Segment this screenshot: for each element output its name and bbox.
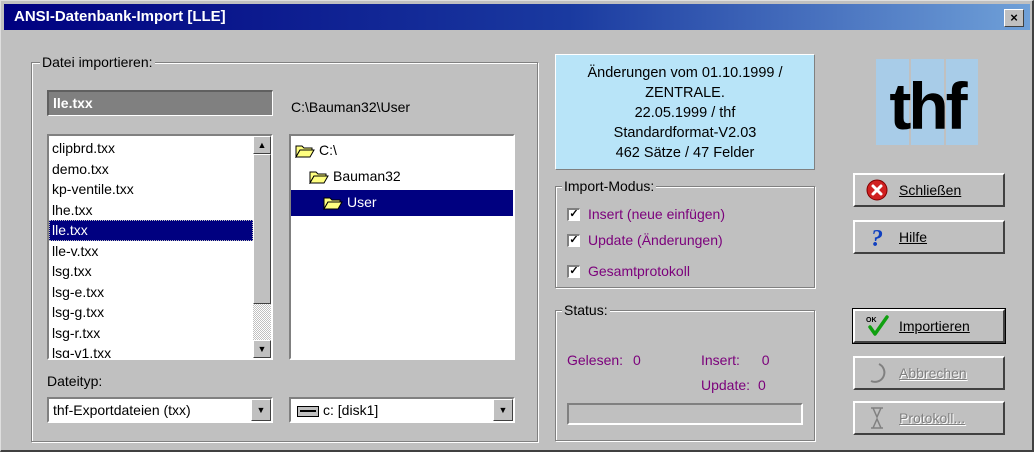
directory-list[interactable]: C:\ Bauman32 User bbox=[289, 134, 515, 360]
insert-checkbox[interactable]: ✓ Insert (neue einfügen) bbox=[567, 206, 725, 222]
update-checkbox-label: Update (Änderungen) bbox=[588, 232, 723, 248]
help-button-label: Hilfe bbox=[899, 229, 928, 245]
close-button[interactable]: Schließen bbox=[853, 173, 1005, 207]
filetype-select[interactable]: thf-Exportdateien (txx) ▼ bbox=[47, 397, 273, 423]
close-button-label: Schließen bbox=[899, 182, 962, 198]
insert-label: Insert: bbox=[701, 352, 740, 368]
directory-item[interactable]: User bbox=[291, 190, 513, 216]
read-value: 0 bbox=[632, 352, 641, 368]
file-list-item[interactable]: lle.txx bbox=[49, 220, 253, 241]
thf-logo: thf bbox=[876, 59, 978, 145]
file-import-group-label: Datei importieren: bbox=[40, 54, 155, 70]
directory-item[interactable]: Bauman32 bbox=[291, 164, 513, 190]
protocol-checkbox-label: Gesamtprotokoll bbox=[588, 263, 690, 279]
info-line: 22.05.1999 / thf bbox=[634, 105, 736, 121]
scroll-thumb[interactable] bbox=[253, 154, 271, 304]
window-title: ANSI-Datenbank-Import [LLE] bbox=[14, 8, 226, 25]
svg-text:thf: thf bbox=[889, 69, 968, 143]
scroll-up-button[interactable]: ▲ bbox=[253, 136, 271, 154]
question-mark-icon: ? bbox=[871, 226, 883, 249]
close-window-button[interactable]: × bbox=[1004, 9, 1024, 27]
red-x-circle-icon bbox=[866, 179, 888, 201]
directory-item-label: User bbox=[347, 194, 377, 210]
file-list-item[interactable]: demo.txx bbox=[49, 159, 253, 180]
import-button[interactable]: OK Importieren bbox=[852, 308, 1006, 344]
read-count: Gelesen: 0 bbox=[567, 352, 641, 368]
file-list-item[interactable]: lsg-v1.txx bbox=[49, 343, 253, 358]
disk-drive-icon bbox=[297, 406, 319, 418]
ok-checkmark-icon: OK bbox=[866, 315, 889, 336]
read-label: Gelesen: bbox=[567, 352, 624, 368]
file-list-item[interactable]: lsg-g.txx bbox=[49, 302, 253, 323]
drive-select[interactable]: c: [disk1] ▼ bbox=[289, 397, 515, 423]
checkbox-check-icon[interactable]: ✓ bbox=[567, 233, 580, 247]
current-path: C:\Bauman32\User bbox=[291, 99, 411, 115]
chevron-down-icon[interactable]: ▼ bbox=[493, 399, 513, 421]
svg-text:OK: OK bbox=[866, 317, 877, 324]
title-bar[interactable]: ANSI-Datenbank-Import [LLE] × bbox=[4, 4, 1030, 30]
hourglass-icon bbox=[871, 407, 883, 429]
import-mode-label: Import-Modus: bbox=[562, 178, 657, 194]
protocol-button[interactable]: Protokoll... bbox=[853, 401, 1005, 435]
file-list-item[interactable]: clipbrd.txx bbox=[49, 138, 253, 159]
info-line: Änderungen vom 01.10.1999 / bbox=[587, 65, 783, 81]
file-list-item[interactable]: kp-ventile.txx bbox=[49, 179, 253, 200]
checkbox-check-icon[interactable]: ✓ bbox=[567, 207, 580, 221]
directory-item[interactable]: C:\ bbox=[291, 138, 513, 164]
help-button[interactable]: ? Hilfe bbox=[853, 220, 1005, 254]
open-folder-icon bbox=[309, 171, 329, 185]
insert-value: 0 bbox=[761, 352, 770, 368]
progress-bar bbox=[567, 403, 803, 425]
update-label: Update: bbox=[701, 377, 751, 393]
directory-item-label: C:\ bbox=[319, 142, 337, 158]
svg-text:?: ? bbox=[871, 226, 883, 249]
file-list-item[interactable]: lhe.txx bbox=[49, 200, 253, 221]
open-folder-icon bbox=[323, 197, 343, 211]
info-line: Standardformat-V2.03 bbox=[613, 125, 757, 141]
import-button-label: Importieren bbox=[899, 318, 970, 334]
update-count: Update: 0 bbox=[701, 377, 766, 393]
filename-field[interactable]: lle.txx bbox=[47, 90, 273, 116]
insert-checkbox-label: Insert (neue einfügen) bbox=[588, 206, 725, 222]
scroll-down-button[interactable]: ▼ bbox=[253, 340, 271, 358]
cancel-button-label: Abbrechen bbox=[899, 365, 967, 381]
file-list-item[interactable]: lsg-r.txx bbox=[49, 323, 253, 344]
open-folder-icon bbox=[295, 145, 315, 159]
info-line: 462 Sätze / 47 Felder bbox=[615, 145, 755, 161]
directory-item-label: Bauman32 bbox=[333, 168, 401, 184]
drive-value: c: [disk1] bbox=[323, 402, 379, 418]
file-list-scrollbar[interactable]: ▲ ▼ bbox=[253, 136, 271, 358]
chevron-down-icon[interactable]: ▼ bbox=[251, 399, 271, 421]
spinner-icon bbox=[870, 363, 886, 383]
cancel-button[interactable]: Abbrechen bbox=[853, 356, 1005, 390]
insert-count: Insert: 0 bbox=[701, 352, 770, 368]
protocol-button-label: Protokoll... bbox=[899, 410, 966, 426]
status-label: Status: bbox=[562, 302, 610, 318]
filetype-value: thf-Exportdateien (txx) bbox=[53, 402, 191, 418]
info-line: ZENTRALE. bbox=[645, 85, 725, 101]
file-list-item[interactable]: lle-v.txx bbox=[49, 241, 253, 262]
protocol-checkbox[interactable]: ✓ Gesamtprotokoll bbox=[567, 263, 690, 279]
dialog-window: ANSI-Datenbank-Import [LLE] × Datei impo… bbox=[0, 0, 1034, 452]
checkbox-check-icon[interactable]: ✓ bbox=[567, 264, 580, 278]
filetype-label: Dateityp: bbox=[47, 373, 103, 389]
file-info-box: Änderungen vom 01.10.1999 / ZENTRALE. 22.0… bbox=[555, 54, 815, 170]
file-list-item[interactable]: lsg-e.txx bbox=[49, 282, 253, 303]
file-list[interactable]: clipbrd.txx demo.txx kp-ventile.txx lhe.txx… bbox=[47, 134, 273, 360]
update-checkbox[interactable]: ✓ Update (Änderungen) bbox=[567, 232, 723, 248]
update-value: 0 bbox=[757, 377, 766, 393]
scroll-track[interactable] bbox=[253, 304, 271, 340]
file-list-item[interactable]: lsg.txx bbox=[49, 261, 253, 282]
